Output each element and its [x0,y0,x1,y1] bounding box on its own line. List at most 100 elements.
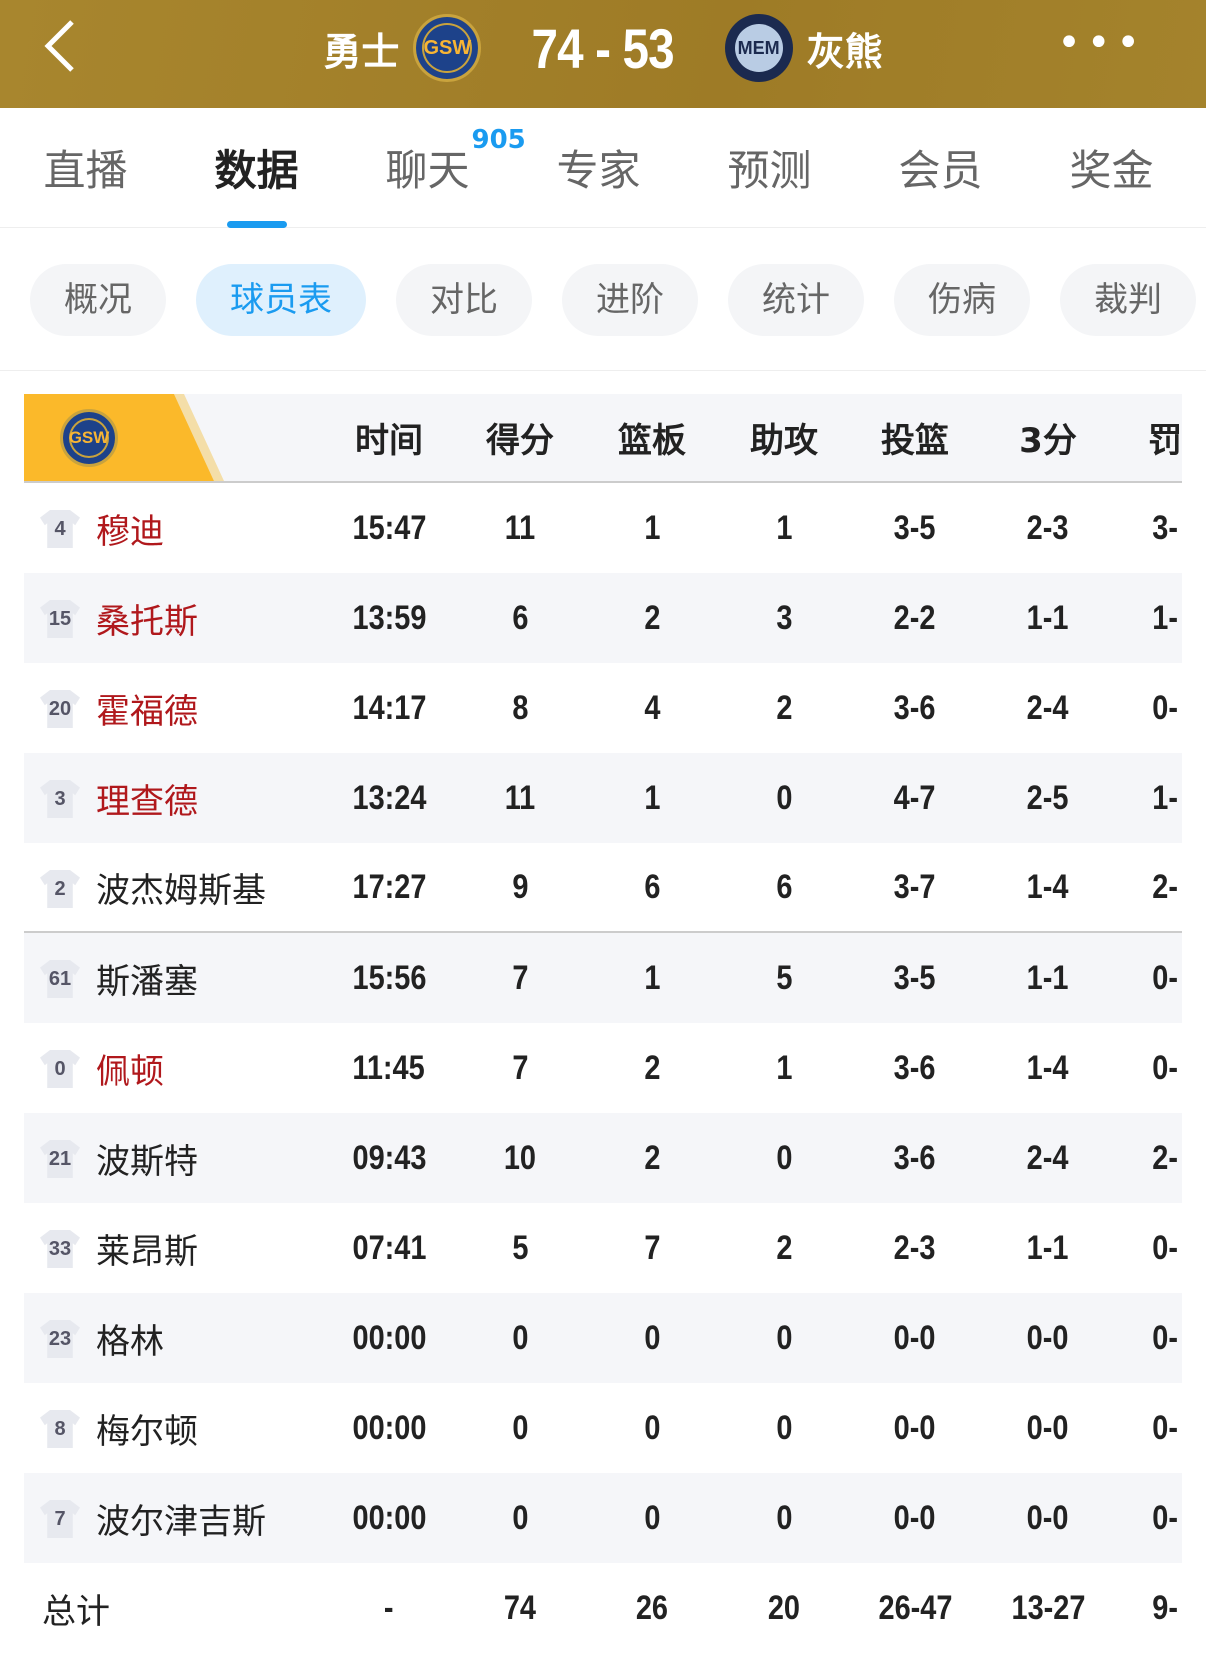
stat-value: 1 [643,508,661,547]
player-name[interactable]: 理查德 [96,753,198,843]
table-row[interactable]: 61 斯潘塞 15:56 7 1 5 3-5 1-1 0- [24,933,1182,1023]
player-name[interactable]: 佩顿 [96,1023,164,1113]
subtab-3[interactable]: 进阶 [562,264,698,336]
subtab-4[interactable]: 统计 [728,264,864,336]
stat-value: 1- [1152,778,1178,817]
stat-cell: 1- [1105,753,1182,843]
tab-label: 专家 [556,146,641,195]
stat-value: 0 [511,1408,529,1447]
table-row[interactable]: 21 波斯特 09:43 10 2 0 3-6 2-4 2- [24,1113,1182,1203]
table-row[interactable]: 15 桑托斯 13:59 6 2 3 2-2 1-1 1- [24,573,1182,663]
table-row[interactable]: 23 格林 00:00 0 0 0 0-0 0-0 0- [24,1293,1182,1383]
stat-value: 0-0 [894,1408,936,1447]
stat-cell: 7 [592,1203,712,1293]
stat-value: 2 [643,1048,661,1087]
total-value: 13-27 [1011,1588,1085,1627]
stat-cell: 2 [592,573,712,663]
more-icon[interactable]: ••• [1057,23,1146,63]
subtab-1[interactable]: 球员表 [196,264,366,336]
player-name[interactable]: 波尔津吉斯 [96,1473,266,1563]
table-row[interactable]: 33 莱昂斯 07:41 5 7 2 2-3 1-1 0- [24,1203,1182,1293]
table-row[interactable]: 2 波杰姆斯基 17:27 9 6 6 3-7 1-4 2- [24,843,1182,933]
table-row[interactable]: 4 穆迪 15:47 11 1 1 3-5 2-3 3- [24,483,1182,573]
stat-value: 3-7 [894,867,936,906]
stat-cell: 2-4 [988,1113,1108,1203]
tab-3[interactable]: 专家 [513,137,684,198]
stat-value: 0- [1152,1318,1178,1357]
stat-value: 8 [511,688,529,727]
table-row[interactable]: 8 梅尔顿 00:00 0 0 0 0-0 0-0 0- [24,1383,1182,1473]
stat-value: 07:41 [352,1228,426,1267]
total-value: 26-47 [878,1588,952,1627]
player-name[interactable]: 格林 [96,1293,164,1383]
subtab-6[interactable]: 裁判 [1060,264,1196,336]
column-header[interactable]: 助攻 [724,394,844,481]
column-header[interactable]: 得分 [460,394,580,481]
tab-2[interactable]: 聊天 905 [342,125,525,198]
team-logo: GSW [60,409,118,467]
stat-value: 3-6 [894,1138,936,1177]
column-header[interactable]: 篮板 [592,394,712,481]
tab-1[interactable]: 数据 [171,137,342,228]
subtab-2[interactable]: 对比 [396,264,532,336]
stat-cell: 0 [724,1473,844,1563]
tab-5[interactable]: 会员 [855,137,1026,198]
jersey-number-icon: 15 [40,600,80,638]
stat-value: 0 [775,778,793,817]
tab-4[interactable]: 预测 [684,137,855,198]
stat-cell: 3-5 [855,483,975,573]
stat-value: 0 [643,1318,661,1357]
stat-value: 6 [511,598,529,637]
stat-value: 2 [775,1228,793,1267]
player-name[interactable]: 波斯特 [96,1113,198,1203]
tab-label: 直播 [43,146,128,195]
player-name[interactable]: 桑托斯 [96,573,198,663]
stat-value: 00:00 [352,1318,426,1357]
stat-cell: 2- [1105,843,1182,931]
stat-value: 0-0 [1027,1408,1069,1447]
player-name[interactable]: 梅尔顿 [96,1383,198,1473]
stat-cell: 13:24 [329,753,449,843]
stat-cell: 3-7 [855,843,975,931]
stat-cell: 5 [460,1203,580,1293]
column-header[interactable]: 投篮 [855,394,975,481]
table-row[interactable]: 3 理查德 13:24 11 1 0 4-7 2-5 1- [24,753,1182,843]
player-name[interactable]: 波杰姆斯基 [96,843,266,931]
stat-cell: 0-0 [988,1473,1108,1563]
player-name[interactable]: 霍福德 [96,663,198,753]
stat-cell: 0 [724,1383,844,1473]
column-header[interactable]: 罚 [1105,394,1182,481]
tab-label: 预测 [727,146,812,195]
total-cell: 9- [1105,1563,1182,1653]
total-value: 9- [1152,1588,1178,1627]
stat-value: 0-0 [1027,1318,1069,1357]
jersey-number-icon: 4 [40,510,80,548]
player-name[interactable]: 斯潘塞 [96,933,198,1023]
stat-cell: 2-4 [988,663,1108,753]
column-header[interactable]: 时间 [329,394,449,481]
stat-cell: 7 [460,1023,580,1113]
subtab-0[interactable]: 概况 [30,264,166,336]
stat-cell: 07:41 [329,1203,449,1293]
table-row[interactable]: 7 波尔津吉斯 00:00 0 0 0 0-0 0-0 0- [24,1473,1182,1563]
stat-cell: 2-3 [855,1203,975,1293]
stat-value: 9 [511,867,529,906]
stat-cell: 2 [592,1023,712,1113]
stat-cell: 00:00 [329,1383,449,1473]
player-name[interactable]: 穆迪 [96,483,164,573]
stat-cell: 4-7 [855,753,975,843]
stat-cell: 1 [724,1023,844,1113]
home-team-logo: GSW [413,14,482,82]
total-value: 20 [767,1588,801,1627]
tab-0[interactable]: 直播 [0,137,171,198]
stat-value: 3-5 [894,508,936,547]
player-name[interactable]: 莱昂斯 [96,1203,198,1293]
stat-value: 0-0 [1027,1498,1069,1537]
jersey-number-icon: 23 [40,1320,80,1358]
stat-cell: 2-5 [988,753,1108,843]
column-header[interactable]: 3分 [988,394,1108,481]
tab-6[interactable]: 奖金 [1026,137,1197,198]
subtab-5[interactable]: 伤病 [894,264,1030,336]
table-row[interactable]: 0 佩顿 11:45 7 2 1 3-6 1-4 0- [24,1023,1182,1113]
table-row[interactable]: 20 霍福德 14:17 8 4 2 3-6 2-4 0- [24,663,1182,753]
